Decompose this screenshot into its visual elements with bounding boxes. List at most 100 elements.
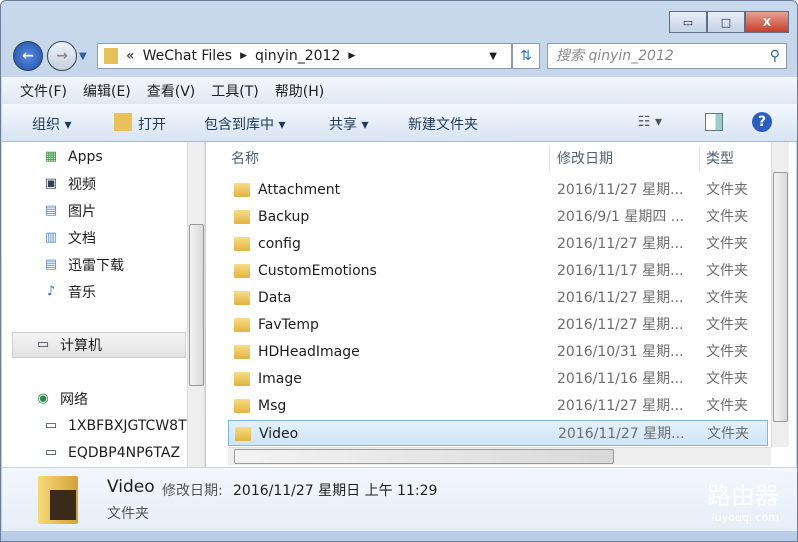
preview-pane-icon[interactable] [705,113,723,131]
folder-icon [234,210,250,224]
file-name: CustomEmotions [258,263,377,279]
sidebar-item-documents[interactable]: ▥ 文档 [42,225,96,251]
menu-help[interactable]: 帮助(H) [275,81,324,101]
details-date-label: 修改日期: [162,483,223,499]
folder-icon [234,399,250,413]
file-list-vertical-scrollbar[interactable] [771,142,789,447]
pictures-icon: ▤ [44,203,58,218]
new-folder-button[interactable]: 新建文件夹 [408,114,478,134]
scrollbar-thumb[interactable] [234,449,614,464]
file-row[interactable]: config 2016/11/27 星期... 文件夹 [228,231,768,257]
history-dropdown-icon[interactable]: ▼ [79,51,87,62]
sidebar-item-label: 文档 [68,231,96,247]
address-dropdown-icon[interactable]: ▼ [489,51,497,62]
file-row[interactable]: Backup 2016/9/1 星期四 ... 文件夹 [228,204,768,230]
file-row[interactable]: Video 2016/11/27 星期... 文件夹 [228,420,768,446]
sidebar-item-network[interactable]: ◉ 网络 [34,386,88,412]
folder-icon [234,345,250,359]
details-name: Video [107,477,155,497]
file-type: 文件夹 [706,263,748,279]
menu-file[interactable]: 文件(F) [20,81,67,101]
file-name: Data [258,290,292,306]
file-name: HDHeadImage [258,344,360,360]
computer-icon: ▭ [36,337,50,352]
sidebar-item-network-pc[interactable]: ▭ 1XBFBXJGTCW8T [42,413,187,439]
menu-view[interactable]: 查看(V) [147,81,196,101]
view-options-icon[interactable]: ☷ ▾ [638,114,662,130]
breadcrumb-qinyin[interactable]: qinyin_2012 [255,48,340,64]
sidebar-item-videos[interactable]: ▣ 视频 [42,171,96,197]
folder-icon [104,48,118,64]
sidebar-item-network-pc[interactable]: ▭ EQDBP4NP6TAZ [42,440,180,466]
sidebar-scrollbar[interactable] [187,142,204,467]
file-list: 名称 修改日期 类型 Attachment 2016/11/27 星期... 文件夹… [206,142,796,467]
network-icon: ◉ [37,391,49,406]
file-date: 2016/11/27 星期... [557,236,684,252]
sidebar-item-label: 迅雷下载 [68,258,124,274]
file-type: 文件夹 [706,182,748,198]
column-header-type[interactable]: 类型 [706,146,734,172]
include-in-library-button[interactable]: 包含到库中 ▾ [204,114,285,134]
folder-icon [234,237,250,251]
menu-tools[interactable]: 工具(T) [211,81,258,101]
sidebar-item-label: 网络 [60,392,88,408]
file-name: Msg [258,398,287,414]
close-button[interactable]: X [745,11,789,33]
explorer-window: ▭ □ X ← → ▼ « WeChat Files ▶ qinyin_2012 ▶… [0,0,798,542]
sidebar-item-label: 1XBFBXJGTCW8T [68,418,187,434]
sidebar-item-computer[interactable]: ▭ 计算机 [34,332,102,358]
address-bar[interactable]: « WeChat Files ▶ qinyin_2012 ▶ ▼ [97,43,512,69]
search-input[interactable]: 搜索 qinyin_2012 ⚲ [547,43,787,69]
column-header-name[interactable]: 名称 [231,146,259,172]
file-date: 2016/11/27 星期... [557,182,684,198]
file-type: 文件夹 [707,426,749,442]
folder-icon [234,183,250,197]
scrollbar-thumb[interactable] [189,224,204,386]
scrollbar-thumb[interactable] [773,172,788,422]
file-date: 2016/11/27 星期... [558,426,685,442]
sidebar-item-music[interactable]: ♪ 音乐 [42,279,96,305]
sidebar-item-pictures[interactable]: ▤ 图片 [42,198,96,224]
forward-button[interactable]: → [47,41,77,71]
file-date: 2016/11/27 星期... [557,290,684,306]
file-date: 2016/11/16 星期... [557,371,684,387]
file-date: 2016/10/31 星期... [557,344,684,360]
refresh-button[interactable]: ⇅ [512,43,540,69]
file-row[interactable]: Data 2016/11/27 星期... 文件夹 [228,285,768,311]
file-name: FavTemp [258,317,319,333]
video-icon: ▣ [44,176,58,191]
chevron-right-icon[interactable]: ▶ [240,51,247,61]
column-header-date[interactable]: 修改日期 [557,146,613,172]
music-icon: ♪ [46,284,56,299]
breadcrumb-wechat-files[interactable]: WeChat Files [143,48,233,64]
help-icon[interactable]: ? [752,112,772,132]
organize-button[interactable]: 组织 ▾ [32,114,71,134]
sidebar-item-xunlei[interactable]: ▤ 迅雷下载 [42,252,124,278]
file-list-horizontal-scrollbar[interactable] [228,447,771,465]
sidebar-item-label: 图片 [68,204,96,220]
open-button[interactable]: 打开 [138,114,166,134]
maximize-button[interactable]: □ [707,11,745,33]
share-button[interactable]: 共享 ▾ [329,114,368,134]
file-type: 文件夹 [706,236,748,252]
sidebar-item-label: 视频 [68,177,96,193]
menu-edit[interactable]: 编辑(E) [83,81,131,101]
minimize-button[interactable]: ▭ [669,11,707,33]
file-row[interactable]: Image 2016/11/16 星期... 文件夹 [228,366,768,392]
chevron-right-icon[interactable]: ▶ [348,51,355,61]
file-row[interactable]: Attachment 2016/11/27 星期... 文件夹 [228,177,768,203]
file-row[interactable]: CustomEmotions 2016/11/17 星期... 文件夹 [228,258,768,284]
sidebar-item-apps[interactable]: ▦ Apps [42,144,103,170]
back-button[interactable]: ← [13,41,43,71]
details-date: 2016/11/27 星期日 上午 11:29 [233,483,438,499]
file-row[interactable]: Msg 2016/11/27 星期... 文件夹 [228,393,768,419]
sidebar-item-label: Apps [68,149,103,165]
details-type: 文件夹 [107,506,149,522]
open-icon [114,113,132,131]
search-icon[interactable]: ⚲ [770,44,780,68]
breadcrumb-overflow[interactable]: « [126,48,135,64]
file-row[interactable]: HDHeadImage 2016/10/31 星期... 文件夹 [228,339,768,365]
file-type: 文件夹 [706,344,748,360]
file-row[interactable]: FavTemp 2016/11/27 星期... 文件夹 [228,312,768,338]
file-type: 文件夹 [706,209,748,225]
